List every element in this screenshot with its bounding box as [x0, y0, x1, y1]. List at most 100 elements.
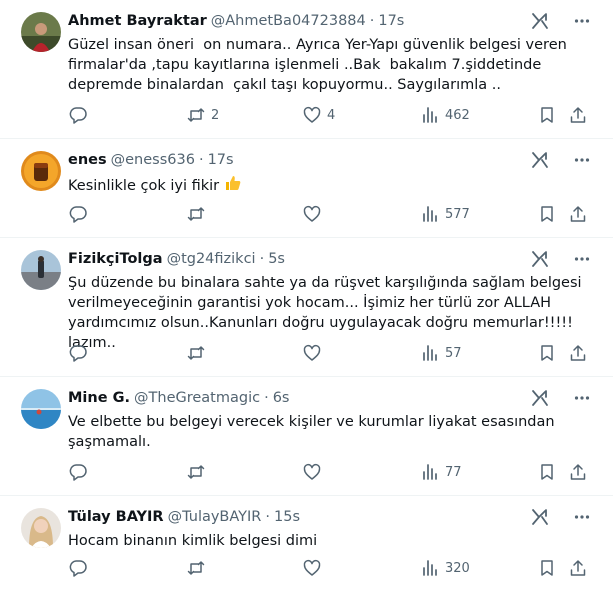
like-button[interactable] — [303, 205, 327, 223]
share-button[interactable] — [569, 106, 587, 124]
share-icon — [570, 107, 586, 123]
grok-icon[interactable] — [531, 389, 549, 407]
bookmark-button[interactable] — [538, 205, 556, 223]
reply-tweet[interactable]: enes @eness636 · 17s Kesinlikle çok iyi … — [0, 139, 613, 238]
like-icon — [303, 344, 321, 361]
bookmark-button[interactable] — [538, 106, 556, 124]
bookmark-icon — [541, 345, 553, 361]
grok-icon[interactable] — [531, 508, 549, 526]
reply-tweet[interactable]: Tülay BAYIR @TulayBAYIR · 15s Hocam bina… — [0, 496, 613, 602]
more-icon[interactable] — [573, 250, 591, 268]
bookmark-button[interactable] — [538, 344, 556, 362]
share-button[interactable] — [569, 463, 587, 481]
retweet-button[interactable] — [187, 344, 211, 362]
like-icon — [303, 205, 321, 222]
tweet-text: Şu düzende bu binalara sahte ya da rüşve… — [68, 275, 587, 351]
views-icon — [423, 345, 437, 361]
user-handle[interactable]: @AhmetBa04723884 — [211, 13, 366, 29]
reply-tweet[interactable]: Mine G. @TheGreatmagic · 6s Ve elbette b… — [0, 377, 613, 496]
reply-tweet[interactable]: Ahmet Bayraktar @AhmetBa04723884 · 17s G… — [0, 0, 613, 139]
action-bar: 77 — [0, 463, 613, 485]
reply-button[interactable] — [69, 463, 87, 481]
bookmark-icon — [541, 107, 553, 123]
share-button[interactable] — [569, 559, 587, 577]
views-icon — [423, 464, 437, 480]
retweet-count: 2 — [211, 107, 220, 123]
reply-icon — [69, 206, 87, 223]
view-count: 320 — [445, 560, 470, 576]
timestamp[interactable]: 6s — [273, 390, 290, 406]
bookmark-icon — [541, 464, 553, 480]
bookmark-icon — [541, 560, 553, 576]
grok-icon[interactable] — [531, 151, 549, 169]
reply-button[interactable] — [69, 106, 87, 124]
user-handle[interactable]: @tg24fizikci — [167, 251, 256, 267]
tweet-text: Güzel insan öneri on numara.. Ayrıca Yer… — [68, 37, 572, 93]
views-icon — [423, 206, 437, 222]
views-button[interactable]: 577 — [421, 205, 470, 223]
retweet-button[interactable] — [187, 463, 211, 481]
share-button[interactable] — [569, 205, 587, 223]
timestamp[interactable]: 17s — [378, 13, 404, 29]
views-button[interactable]: 77 — [421, 463, 462, 481]
timestamp[interactable]: 5s — [268, 251, 285, 267]
more-icon[interactable] — [573, 508, 591, 526]
user-handle[interactable]: @eness636 — [111, 152, 195, 168]
user-handle[interactable]: @TheGreatmagic — [134, 390, 260, 406]
reply-button[interactable] — [69, 205, 87, 223]
like-icon — [303, 106, 321, 123]
timestamp[interactable]: 17s — [208, 152, 234, 168]
avatar[interactable] — [21, 250, 61, 290]
timestamp[interactable]: 15s — [274, 509, 300, 525]
grok-icon[interactable] — [531, 12, 549, 30]
like-button[interactable]: 4 — [303, 106, 335, 124]
display-name[interactable]: Mine G. — [68, 390, 130, 406]
separator: · — [369, 13, 375, 29]
action-bar: 2 4 462 — [0, 106, 613, 128]
views-button[interactable]: 462 — [421, 106, 470, 124]
bookmark-button[interactable] — [538, 463, 556, 481]
more-icon[interactable] — [573, 12, 591, 30]
more-icon[interactable] — [573, 151, 591, 169]
reply-tweet[interactable]: FizikçiTolga @tg24fizikci · 5s Şu düzend… — [0, 238, 613, 377]
like-button[interactable] — [303, 344, 327, 362]
views-button[interactable]: 57 — [421, 344, 462, 362]
separator: · — [259, 251, 265, 267]
reply-button[interactable] — [69, 344, 87, 362]
more-icon[interactable] — [573, 389, 591, 407]
retweet-icon — [187, 207, 205, 221]
avatar[interactable] — [21, 508, 61, 548]
separator: · — [265, 509, 270, 525]
like-icon — [303, 463, 321, 480]
retweet-button[interactable] — [187, 559, 211, 577]
retweet-icon — [187, 561, 205, 575]
views-button[interactable]: 320 — [421, 559, 470, 577]
avatar[interactable] — [21, 151, 61, 191]
bookmark-button[interactable] — [538, 559, 556, 577]
display-name[interactable]: FizikçiTolga — [68, 251, 163, 267]
share-icon — [570, 464, 586, 480]
like-button[interactable] — [303, 559, 327, 577]
reply-button[interactable] — [69, 559, 87, 577]
grok-icon[interactable] — [531, 250, 549, 268]
retweet-icon — [187, 346, 205, 360]
share-button[interactable] — [569, 344, 587, 362]
display-name[interactable]: Ahmet Bayraktar — [68, 13, 207, 29]
thumbs-up-emoji-icon — [224, 174, 242, 198]
like-count: 4 — [327, 107, 336, 123]
reply-icon — [69, 345, 87, 362]
avatar[interactable] — [21, 12, 61, 52]
user-handle[interactable]: @TulayBAYIR — [168, 509, 262, 525]
like-button[interactable] — [303, 463, 327, 481]
view-count: 77 — [445, 464, 462, 480]
share-icon — [570, 560, 586, 576]
avatar[interactable] — [21, 389, 61, 429]
tweet-text: Ve elbette bu belgeyi verecek kişiler ve… — [68, 414, 560, 450]
retweet-button[interactable]: 2 — [187, 106, 219, 124]
display-name[interactable]: Tülay BAYIR — [68, 509, 164, 525]
display-name[interactable]: enes — [68, 152, 107, 168]
view-count: 462 — [445, 107, 470, 123]
tweet-text-content: Kesinlikle çok iyi fikir — [68, 178, 224, 194]
view-count: 577 — [445, 206, 470, 222]
retweet-button[interactable] — [187, 205, 211, 223]
